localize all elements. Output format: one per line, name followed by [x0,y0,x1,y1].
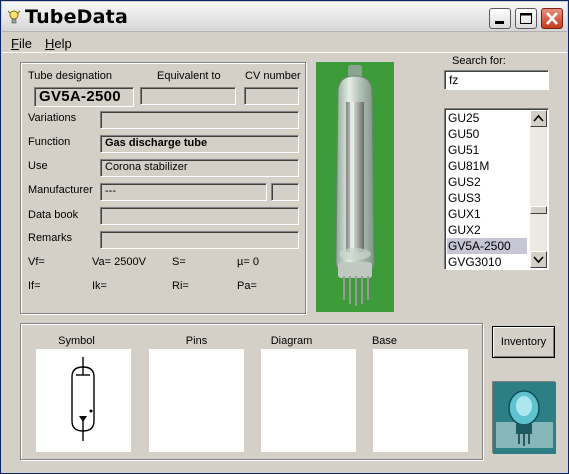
vf-value: Vf= [28,256,45,268]
list-item[interactable]: GUS3 [447,190,527,206]
close-icon [546,12,558,25]
list-item[interactable]: GVG3010 [447,254,527,269]
menu-file[interactable]: File [11,36,32,51]
databook-label: Data book [28,209,79,221]
manufacturer-extra-field[interactable] [271,183,299,201]
list-item[interactable]: GU25 [447,110,527,126]
variations-label: Variations [28,112,77,124]
menu-help[interactable]: Help [45,36,72,51]
diagram-label: Diagram [270,335,313,347]
inventory-button[interactable]: Inventory [492,326,555,358]
function-field[interactable]: Gas discharge tube [100,135,299,153]
tube-photo [316,62,394,312]
use-label: Use [28,160,48,172]
list-item[interactable]: GU50 [447,126,527,142]
list-item[interactable]: GU51 [447,142,527,158]
function-label: Function [28,136,71,148]
ik-value: Ik= [92,280,107,292]
title-bar[interactable]: TubeData [2,2,567,32]
list-item-selected[interactable]: GV5A-2500 [447,238,527,254]
cv-number-label: CV number [245,70,301,82]
search-input[interactable]: fz [444,70,549,90]
tube-logo-icon [493,382,556,454]
maximize-button[interactable] [515,8,537,29]
manufacturer-label: Manufacturer [28,184,93,196]
list-item[interactable]: GUX2 [447,222,527,238]
window-title: TubeData [25,6,128,28]
tube-symbol-icon [71,357,95,441]
list-scrollbar[interactable] [530,110,547,268]
cv-number-field[interactable] [244,87,299,105]
scroll-down-button[interactable] [530,251,547,268]
s-value: S= [172,256,186,268]
pins-panel [149,349,244,452]
databook-field[interactable] [100,207,299,225]
lightbulb-icon [7,10,21,24]
if-value: If= [28,280,41,292]
menu-file-accel: F [11,36,19,51]
scroll-thumb[interactable] [530,206,547,214]
tube-designation-label: Tube designation [28,70,112,82]
equivalent-field[interactable] [140,87,236,105]
base-label: Base [371,335,398,347]
menu-help-rest: elp [54,36,72,51]
manufacturer-field[interactable]: --- [100,183,267,201]
variations-field[interactable] [100,111,299,129]
list-item[interactable]: GUX1 [447,206,527,222]
app-logo [492,381,556,454]
diagram-panel [261,349,356,452]
app-window: TubeData File Help Tube designation Equi… [0,0,569,474]
base-panel [373,349,468,452]
mu-value: µ= 0 [237,256,259,268]
chevron-down-icon [533,256,544,264]
menu-file-rest: ile [18,36,32,51]
use-field[interactable]: Corona stabilizer [100,159,299,177]
va-value: Va= 2500V [92,256,146,268]
close-button[interactable] [541,8,563,29]
minimize-icon [495,21,504,24]
symbol-label: Symbol [58,335,95,347]
search-label: Search for: [452,55,506,67]
menu-bar: File Help [2,33,567,53]
scroll-up-button[interactable] [530,110,547,127]
ri-value: Ri= [172,280,189,292]
tube-designation-field[interactable]: GV5A-2500 [34,87,134,107]
tube-photo-image [316,62,394,312]
chevron-up-icon [533,114,544,122]
list-item[interactable]: GU81M [447,158,527,174]
minimize-button[interactable] [489,8,511,29]
menu-help-accel: H [45,36,55,51]
symbol-panel [36,349,131,452]
pins-label: Pins [185,335,208,347]
equivalent-label: Equivalent to [157,70,221,82]
remarks-field[interactable] [100,231,299,249]
remarks-label: Remarks [28,232,73,244]
list-item[interactable]: GUS2 [447,174,527,190]
pa-value: Pa= [237,280,257,292]
maximize-icon [520,13,532,24]
search-results-list[interactable]: GU25 GU50 GU51 GU81M GUS2 GUS3 GUX1 GUX2… [444,108,549,270]
